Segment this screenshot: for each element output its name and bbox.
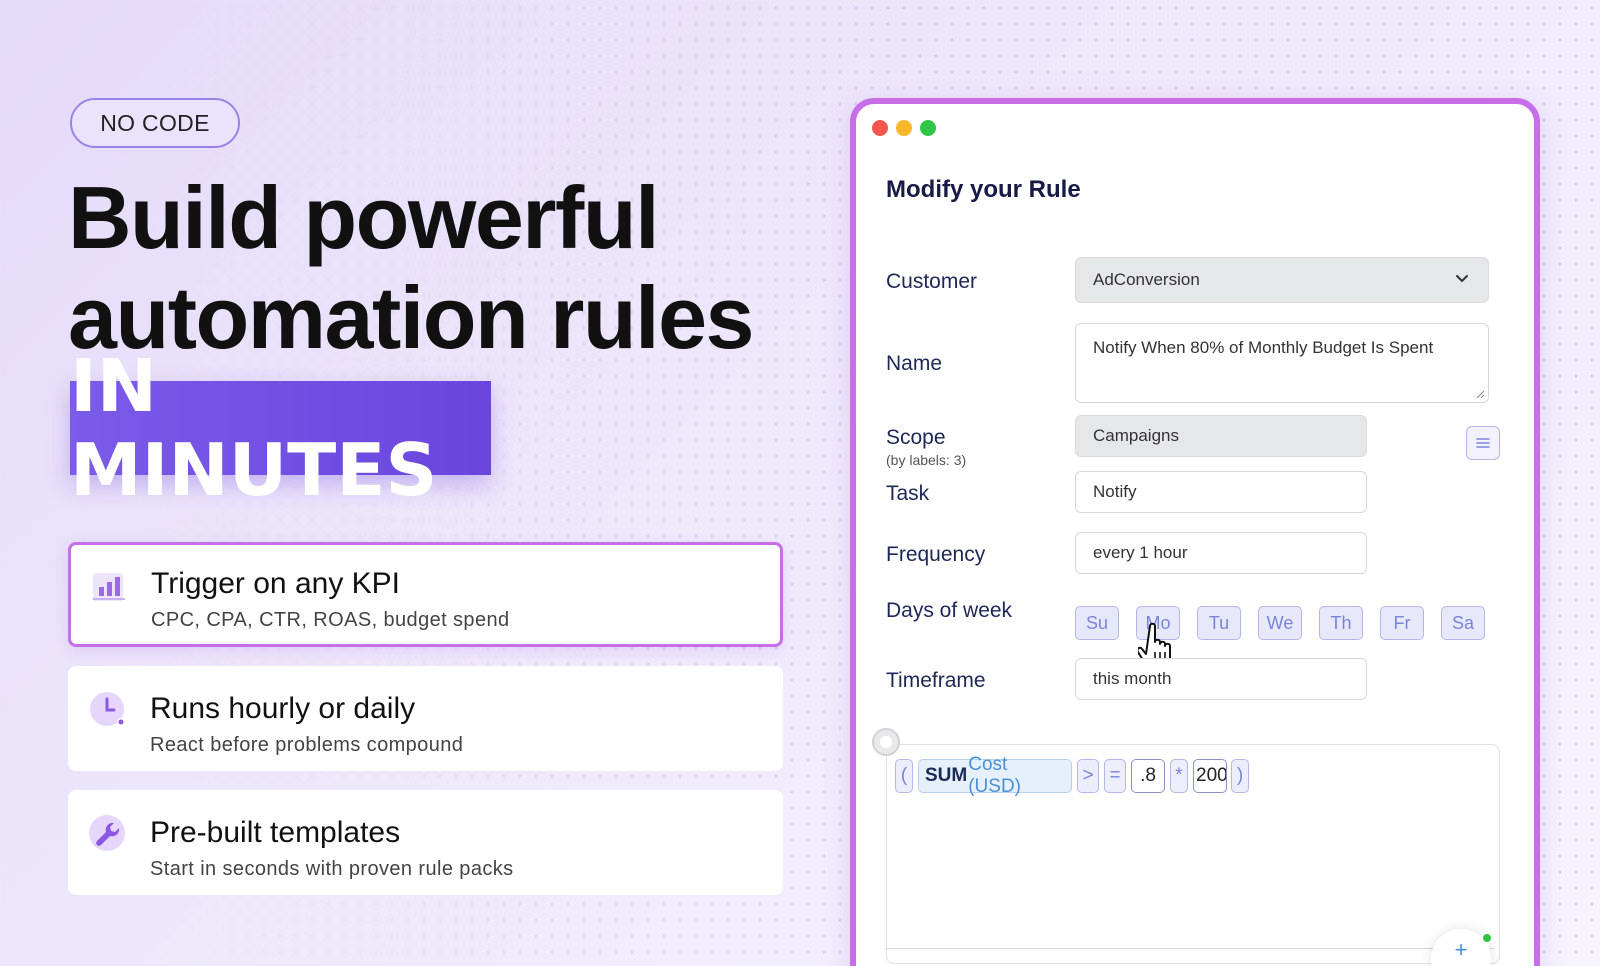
feature-desc: React before problems compound — [150, 734, 464, 756]
no-code-badge: NO CODE — [70, 98, 240, 148]
formula-open-paren[interactable]: ( — [895, 759, 913, 793]
rule-editor-window: Modify your Rule Customer AdConversion N… — [850, 98, 1540, 966]
day-toggle-wednesday[interactable]: We — [1258, 606, 1302, 640]
headline-highlight: IN MINUTES — [70, 344, 491, 512]
customer-label: Customer — [886, 270, 978, 293]
window-title: Modify your Rule — [886, 176, 1081, 203]
window-minimize-button[interactable] — [896, 120, 912, 136]
customer-select[interactable]: AdConversion — [1075, 257, 1489, 303]
name-value: Notify When 80% of Monthly Budget Is Spe… — [1093, 338, 1434, 357]
day-toggle-sunday[interactable]: Su — [1075, 606, 1119, 640]
formula-function: SUM — [925, 765, 968, 786]
scope-menu-button[interactable] — [1466, 426, 1500, 460]
formula-sum-token[interactable]: SUM Cost (USD) — [918, 754, 1072, 797]
headline-line-1: Build powerful — [68, 168, 660, 267]
day-toggle-tuesday[interactable]: Tu — [1197, 606, 1241, 640]
feature-desc: CPC, CPA, CTR, ROAS, budget spend — [151, 609, 510, 631]
chevron-down-icon — [1456, 275, 1468, 283]
day-toggle-saturday[interactable]: Sa — [1441, 606, 1485, 640]
timeframe-label: Timeframe — [886, 669, 986, 692]
headline: Build powerful automation rules — [68, 168, 754, 368]
feature-card-kpi[interactable]: Trigger on any KPI CPC, CPA, CTR, ROAS, … — [68, 542, 783, 647]
divider — [886, 948, 1494, 949]
timeframe-value: this month — [1093, 669, 1172, 688]
feature-card-templates[interactable]: Pre-built templates Start in seconds wit… — [68, 790, 783, 895]
feature-list: Trigger on any KPI CPC, CPA, CTR, ROAS, … — [68, 542, 783, 914]
formula-editor[interactable]: ( SUM Cost (USD) > = .8 * 200 ) — [886, 744, 1500, 964]
task-value: Notify — [1093, 482, 1137, 501]
formula-eq-operator[interactable]: = — [1104, 759, 1126, 793]
frequency-label: Frequency — [886, 543, 986, 566]
wrench-icon — [89, 815, 125, 851]
menu-icon — [1476, 438, 1490, 448]
feature-desc: Start in seconds with proven rule packs — [150, 858, 514, 880]
window-close-button[interactable] — [872, 120, 888, 136]
scope-sublabel: (by labels: 3) — [886, 452, 967, 468]
task-field[interactable]: Notify — [1075, 471, 1367, 513]
task-label: Task — [886, 482, 930, 505]
timeframe-field[interactable]: this month — [1075, 658, 1367, 700]
formula-drag-handle[interactable] — [872, 728, 900, 756]
feature-title: Runs hourly or daily — [150, 692, 416, 725]
name-textarea[interactable]: Notify When 80% of Monthly Budget Is Spe… — [1075, 323, 1489, 403]
bar-chart-icon — [93, 573, 125, 601]
formula-factor-input[interactable]: .8 — [1131, 759, 1165, 793]
formula-multiply-operator[interactable]: * — [1170, 759, 1188, 793]
days-label: Days of week — [886, 599, 1013, 622]
frequency-value: every 1 hour — [1093, 543, 1188, 562]
name-label: Name — [886, 352, 943, 375]
formula-close-paren[interactable]: ) — [1231, 759, 1249, 793]
online-status-dot — [1481, 932, 1493, 944]
window-maximize-button[interactable] — [920, 120, 936, 136]
scope-field[interactable]: Campaigns — [1075, 415, 1367, 457]
formula-amount-input[interactable]: 200 — [1193, 759, 1227, 793]
scope-label: Scope — [886, 426, 946, 449]
customer-value: AdConversion — [1093, 270, 1200, 289]
clock-icon — [90, 692, 125, 726]
scope-value: Campaigns — [1093, 426, 1179, 445]
resize-handle-icon[interactable] — [1475, 389, 1485, 399]
day-toggle-friday[interactable]: Fr — [1380, 606, 1424, 640]
frequency-field[interactable]: every 1 hour — [1075, 532, 1367, 574]
formula-metric: Cost (USD) — [968, 754, 1022, 797]
feature-card-schedule[interactable]: Runs hourly or daily React before proble… — [68, 666, 783, 771]
feature-title: Pre-built templates — [150, 816, 401, 849]
formula-gt-operator[interactable]: > — [1077, 759, 1099, 793]
day-toggle-thursday[interactable]: Th — [1319, 606, 1363, 640]
feature-title: Trigger on any KPI — [151, 567, 401, 600]
